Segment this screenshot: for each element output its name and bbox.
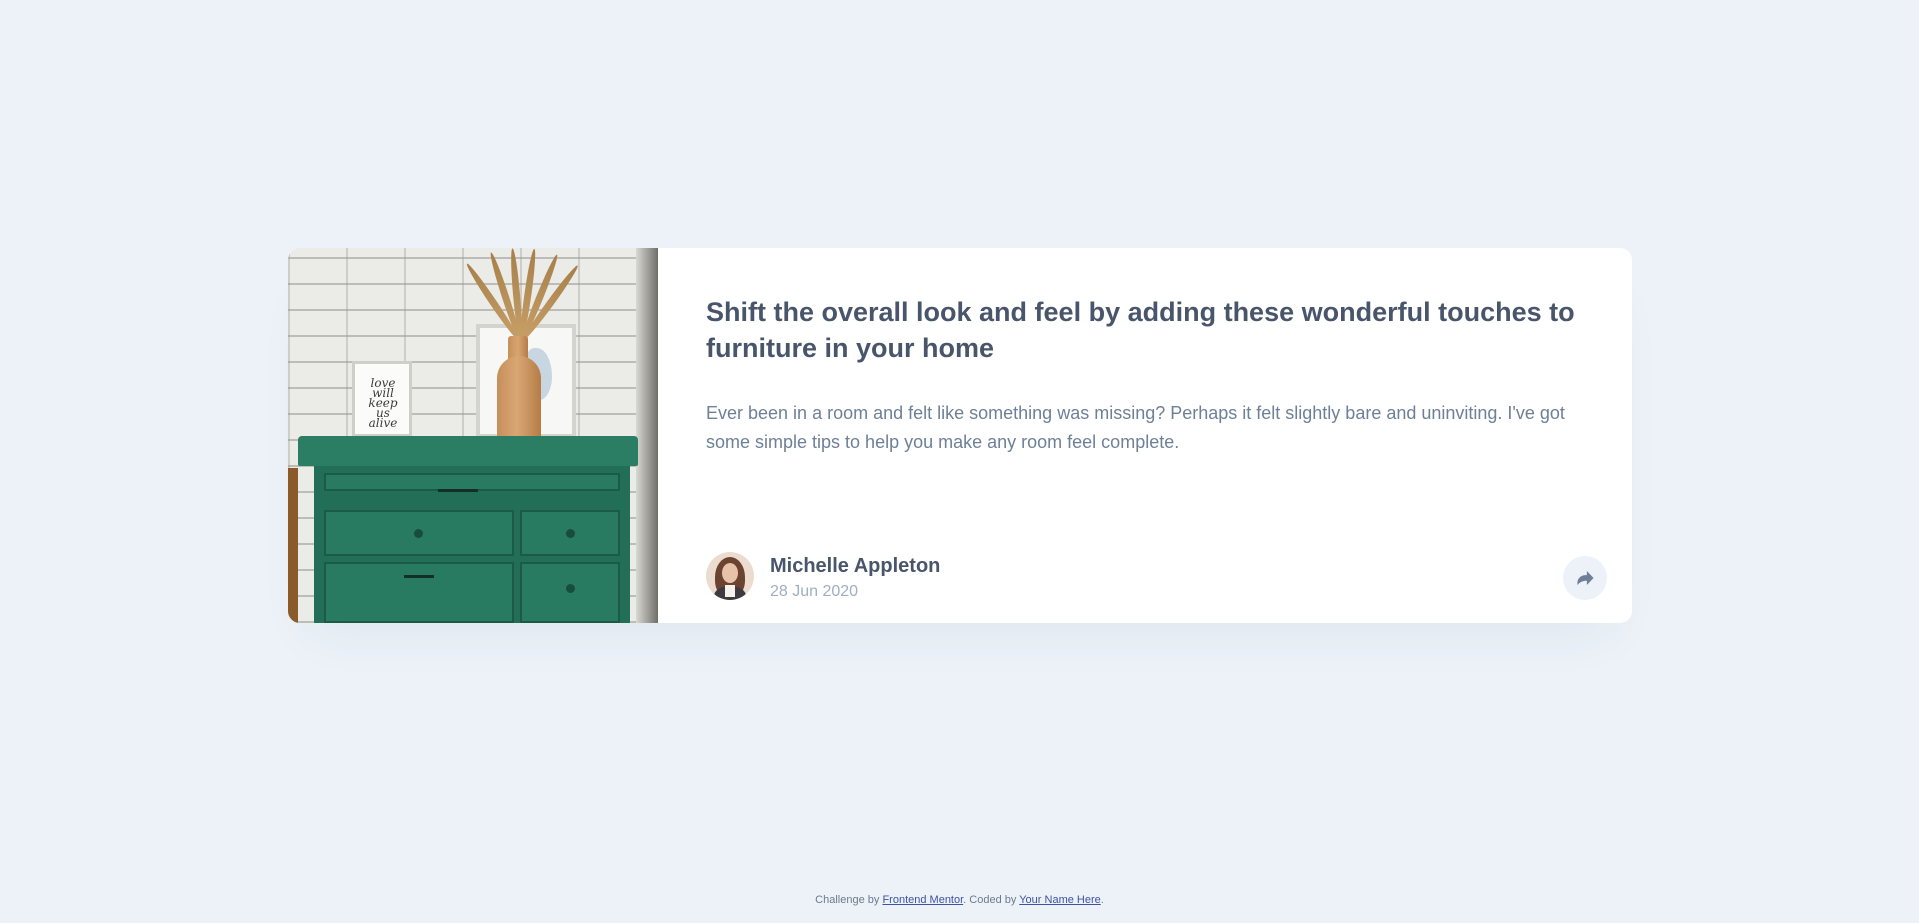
share-icon bbox=[1576, 571, 1594, 585]
frame-text: love will keep us alive bbox=[368, 376, 398, 430]
publish-date: 28 Jun 2020 bbox=[770, 583, 859, 600]
wall-shadow bbox=[636, 248, 658, 623]
dresser-handle bbox=[404, 575, 434, 578]
share-button[interactable] bbox=[1563, 556, 1607, 600]
attribution-middle: . Coded by bbox=[963, 894, 1020, 906]
author-avatar bbox=[706, 552, 754, 600]
avatar-collar bbox=[725, 585, 735, 597]
frontend-mentor-link[interactable]: Frontend Mentor bbox=[882, 894, 963, 906]
dresser-handle bbox=[438, 489, 478, 492]
dresser-drawer bbox=[324, 562, 514, 623]
coder-link[interactable]: Your Name Here bbox=[1019, 894, 1101, 906]
avatar-face bbox=[722, 563, 738, 583]
dresser-knob bbox=[566, 529, 575, 538]
attribution: Challenge by Frontend Mentor. Coded by Y… bbox=[0, 892, 1919, 908]
author-name: Michelle Appleton bbox=[770, 555, 941, 577]
picture-frame-small: love will keep us alive bbox=[352, 361, 412, 437]
dresser-knob bbox=[414, 529, 423, 538]
dresser-knob bbox=[566, 584, 575, 593]
dresser-top bbox=[298, 436, 638, 466]
chair-edge bbox=[288, 468, 298, 623]
attribution-prefix: Challenge by bbox=[815, 894, 883, 906]
article-image: love will keep us alive bbox=[288, 248, 658, 623]
article-card: love will keep us alive Shift the overal… bbox=[288, 248, 1632, 623]
attribution-suffix: . bbox=[1100, 894, 1104, 906]
article-description: Ever been in a room and felt like someth… bbox=[706, 403, 1565, 452]
article-title: Shift the overall look and feel by addin… bbox=[706, 297, 1575, 363]
